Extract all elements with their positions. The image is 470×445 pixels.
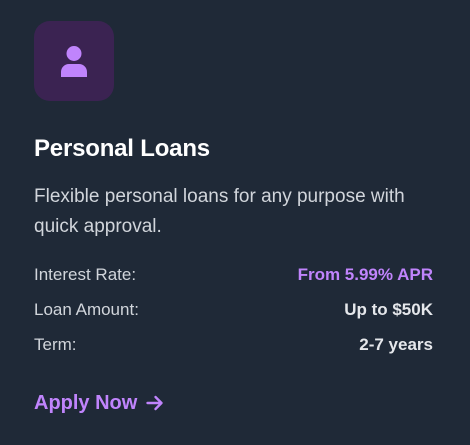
card-description: Flexible personal loans for any purpose … [34,186,405,237]
user-icon [59,45,89,77]
detail-label: Interest Rate: [34,265,137,284]
detail-value: Up to $50K [344,300,433,319]
detail-row-loan-amount: Loan Amount: Up to $50K [34,298,433,322]
apply-now-link[interactable]: Apply Now [34,389,164,417]
detail-row-interest-rate: Interest Rate: From 5.99% APR [34,263,433,287]
apply-now-label: Apply Now [34,391,138,414]
detail-value: From 5.99% APR [297,265,433,284]
detail-value: 2-7 years [359,335,433,354]
detail-label: Loan Amount: [34,300,139,319]
detail-row-term: Term: 2-7 years [34,333,433,357]
card-title: Personal Loans [34,135,210,162]
arrow-right-icon [146,395,164,411]
icon-tile [34,21,114,101]
detail-label: Term: [34,335,77,354]
loan-card: Personal Loans Flexible personal loans f… [0,0,470,445]
